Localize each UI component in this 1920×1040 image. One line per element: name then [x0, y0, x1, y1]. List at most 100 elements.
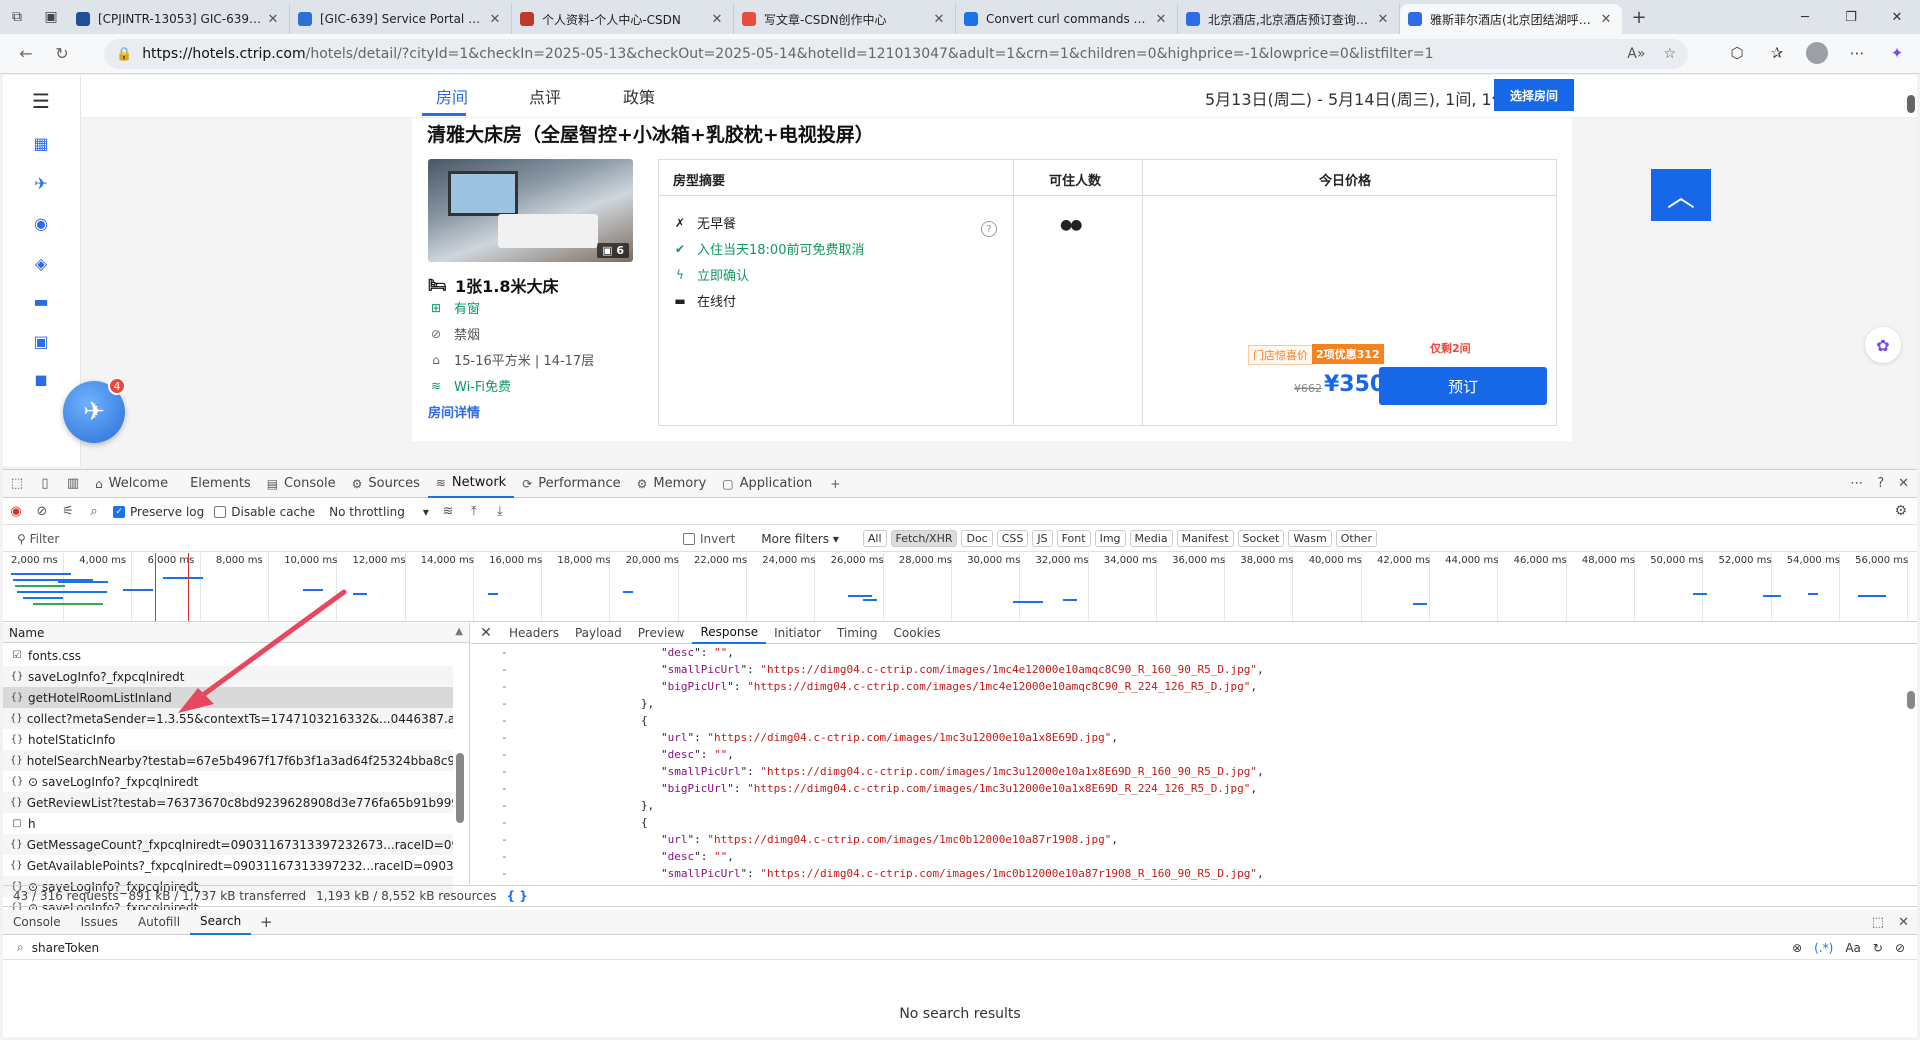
network-conditions-icon[interactable]: ≋	[435, 504, 461, 519]
request-list-scrollbar[interactable]	[456, 645, 464, 875]
pretty-print-icon[interactable]: { }	[506, 889, 527, 903]
profile-avatar[interactable]	[1802, 38, 1832, 68]
restore-icon[interactable]: ❐	[1828, 0, 1874, 34]
more-filters-dropdown[interactable]: More filters ▾	[761, 532, 839, 546]
response-tab-response[interactable]: Response	[692, 623, 767, 644]
browser-tab[interactable]: Convert curl commands to code✕	[956, 4, 1178, 34]
browser-tab[interactable]: 个人资料-个人中心-CSDN ✕	[512, 4, 734, 34]
request-row[interactable]: ▢ h	[3, 813, 453, 834]
filter-type-img[interactable]: Img	[1094, 530, 1126, 547]
browser-tab[interactable]: [CPJINTR-13053] GIC-639 Servic✕	[68, 4, 290, 34]
request-row[interactable]: {} GetReviewList?testab=76373670c8bd92396…	[3, 792, 453, 813]
search-input[interactable]: shareToken	[32, 941, 99, 955]
clear-icon[interactable]: ⊘	[29, 504, 55, 519]
close-details-icon[interactable]: ✕	[471, 625, 501, 641]
bus-icon[interactable]: ▣	[29, 329, 53, 353]
response-tab-preview[interactable]: Preview	[630, 623, 693, 644]
drawer-tab-console[interactable]: Console	[3, 910, 71, 935]
close-tab-icon[interactable]: ✕	[487, 12, 503, 27]
help-icon-devtools[interactable]: ?	[1877, 476, 1884, 491]
browser-tab[interactable]: 雅斯菲尔酒店(北京团结湖呼家楼 ✕	[1400, 4, 1622, 34]
filter-type-css[interactable]: CSS	[996, 530, 1029, 547]
request-row[interactable]: ☑ fonts.css	[3, 645, 453, 666]
filter-input[interactable]: ⚲ Filter	[17, 532, 677, 546]
close-tab-icon[interactable]: ✕	[931, 12, 947, 27]
invert-checkbox[interactable]: Invert	[683, 532, 735, 546]
extensions-icon[interactable]: ⬡	[1722, 38, 1752, 68]
devtools-tab-elements[interactable]: Elements	[176, 470, 259, 498]
copilot-icon[interactable]: ✦	[1882, 38, 1912, 68]
filter-type-fetch-xhr[interactable]: Fetch/XHR	[890, 530, 958, 547]
network-timeline[interactable]: 2,000 ms 4,000 ms 6,000 ms 8,000 ms 10,000 m…	[3, 553, 1917, 622]
minimize-icon[interactable]: ─	[1782, 0, 1828, 34]
filter-type-doc[interactable]: Doc	[961, 530, 993, 547]
export-har-icon[interactable]: ⤓	[487, 504, 513, 519]
disable-cache-checkbox[interactable]: Disable cache	[214, 505, 315, 519]
dock-icon[interactable]: ▥	[59, 476, 87, 491]
preserve-log-checkbox[interactable]: ✓ Preserve log	[113, 505, 204, 519]
drawer-tab-issues[interactable]: Issues	[71, 910, 128, 935]
devtools-tab-application[interactable]: ▢ Application	[714, 470, 820, 498]
request-row[interactable]: {} hotelSearchNearby?testab=67e5b4967f17f…	[3, 750, 453, 771]
request-row[interactable]: {} saveLogInfo?_fxpcqlniredt	[3, 666, 453, 687]
search-network-icon[interactable]: ⌕	[81, 504, 107, 519]
request-row[interactable]: {} getHotelRoomListInland	[3, 687, 453, 708]
address-bar[interactable]: 🔒 https://hotels.ctrip.com/hotels/detail…	[104, 39, 1688, 69]
more-tools-icon[interactable]: ⋯	[1850, 476, 1863, 491]
filter-type-all[interactable]: All	[862, 530, 887, 547]
response-tab-payload[interactable]: Payload	[567, 623, 630, 644]
help-icon[interactable]: ?	[981, 221, 997, 237]
filter-type-media[interactable]: Media	[1129, 530, 1173, 547]
close-tab-icon[interactable]: ✕	[1153, 12, 1169, 27]
page-scrollbar[interactable]	[1907, 95, 1915, 113]
request-row[interactable]: {} collect?metaSender=1.3.55&contextTs=17…	[3, 708, 453, 729]
response-tab-cookies[interactable]: Cookies	[886, 623, 949, 644]
devtools-tab-performance[interactable]: ⟳ Performance	[514, 470, 628, 498]
add-tab-icon[interactable]: +	[820, 477, 850, 491]
ai-assistant-icon[interactable]: ✿	[1865, 327, 1901, 363]
room-detail-link[interactable]: 房间详情	[428, 402, 480, 421]
filter-type-manifest[interactable]: Manifest	[1176, 530, 1234, 547]
device-toggle-icon[interactable]: ▯	[31, 476, 59, 491]
favorite-star-icon[interactable]: ☆	[1663, 46, 1676, 62]
drawer-add-tab-icon[interactable]: +	[251, 913, 281, 931]
filter-type-other[interactable]: Other	[1335, 530, 1377, 547]
devtools-tab-memory[interactable]: ⚙ Memory	[629, 470, 715, 498]
reload-icon[interactable]: ↻	[44, 36, 80, 72]
response-tab-initiator[interactable]: Initiator	[766, 623, 829, 644]
browser-tab[interactable]: [GIC-639] Service Portal | Erste✕	[290, 4, 512, 34]
filter-toggle-icon[interactable]: ⚟	[55, 504, 81, 519]
devtools-tab-network[interactable]: ≋ Network	[427, 470, 515, 498]
workspaces-icon[interactable]: ⧉	[0, 0, 34, 34]
drawer-tab-autofill[interactable]: Autofill	[128, 910, 190, 935]
request-row[interactable]: {} GetMessageCount?_fxpcqlniredt=09031167…	[3, 834, 453, 855]
browser-tab[interactable]: 北京酒店,北京酒店预订查询,北 ✕	[1178, 4, 1400, 34]
new-tab-button[interactable]: +	[1622, 7, 1656, 28]
devtools-tab-sources[interactable]: ⚙ Sources	[344, 470, 428, 498]
back-icon[interactable]: ←	[8, 36, 44, 72]
photo-icon[interactable]: ▬	[29, 289, 53, 313]
train-icon[interactable]: ◉	[29, 211, 53, 235]
request-row[interactable]: {} ⊙ saveLogInfo?_fxpcqlniredt	[3, 771, 453, 792]
response-scrollbar[interactable]	[1907, 647, 1915, 877]
drawer-tab-search[interactable]: Search	[190, 910, 252, 935]
filter-type-font[interactable]: Font	[1056, 530, 1091, 547]
request-row[interactable]: {} hotelStaticInfo	[3, 729, 453, 750]
clear-search-icon[interactable]: ⊗	[1792, 941, 1802, 955]
close-tab-icon[interactable]: ✕	[709, 12, 725, 27]
regex-icon[interactable]: (.*)	[1814, 941, 1833, 955]
close-window-icon[interactable]: ✕	[1874, 0, 1920, 34]
favorites-icon[interactable]: ✰	[1762, 38, 1792, 68]
import-har-icon[interactable]: ⤒	[461, 504, 487, 519]
devtools-tab-welcome[interactable]: ⌂ Welcome	[87, 470, 176, 498]
read-aloud-icon[interactable]: A»	[1627, 46, 1645, 62]
menu-icon[interactable]: ☰	[29, 89, 53, 113]
request-list-header[interactable]: Name ▲	[3, 623, 469, 643]
hotel-icon[interactable]: ▦	[29, 131, 53, 155]
search-row[interactable]: ⌕ shareToken ⊗ (.*) Aa ↻ ⊘	[3, 936, 1917, 960]
discount-tag[interactable]: 2项优惠312	[1312, 344, 1384, 364]
inspect-icon[interactable]: ⬚	[3, 476, 31, 491]
room-photo[interactable]: ▣ 6	[428, 159, 633, 262]
filter-type-socket[interactable]: Socket	[1237, 530, 1285, 547]
response-tab-timing[interactable]: Timing	[829, 623, 886, 644]
